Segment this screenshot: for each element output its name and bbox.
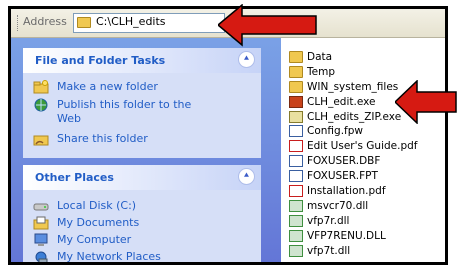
file-list: Data Temp WIN_system_files CLH_edit.exe … [289, 38, 445, 262]
annotation-arrow-left-icon [395, 80, 457, 124]
file-item[interactable]: Installation.pdf [289, 184, 386, 198]
zip-exe-icon [289, 111, 303, 123]
dbf-file-icon [289, 155, 303, 167]
task-label: Make a new folder [57, 80, 158, 93]
address-path[interactable]: C:\CLH_edits [96, 15, 166, 28]
file-name: WIN_system_files [307, 81, 399, 93]
collapse-chevron-icon[interactable]: ⯅ [238, 51, 255, 68]
toolbar-grip[interactable] [17, 15, 20, 31]
file-name: Edit User's Guide.pdf [307, 140, 418, 152]
panel-title: File and Folder Tasks [35, 54, 166, 67]
file-item[interactable]: Config.fpw [289, 124, 363, 138]
panel-title: Other Places [35, 171, 114, 184]
place-my-documents[interactable]: My Documents [33, 216, 139, 232]
disk-drive-icon [33, 203, 49, 211]
dll-icon [289, 215, 303, 227]
file-name: vfp7r.dll [307, 215, 350, 227]
place-my-computer[interactable]: My Computer [33, 233, 131, 249]
file-name: vfp7t.dll [307, 245, 351, 257]
address-label: Address [23, 15, 67, 28]
task-publish-folder[interactable]: Publish this folder to the Web [33, 98, 203, 128]
place-my-network-places[interactable]: My Network Places [33, 250, 161, 263]
folder-icon [77, 17, 91, 28]
task-pane: File and Folder Tasks ⯅ Make a new folde… [11, 38, 281, 263]
fpt-file-icon [289, 170, 303, 182]
file-name: FOXUSER.FPT [307, 170, 378, 182]
file-item[interactable]: CLH_edit.exe [289, 95, 375, 109]
address-field[interactable]: C:\CLH_edits [73, 13, 225, 33]
globe-publish-icon [34, 98, 48, 112]
pdf-icon [289, 140, 303, 152]
file-item[interactable]: msvcr70.dll [289, 199, 368, 213]
file-item[interactable]: WIN_system_files [289, 80, 398, 94]
file-folder-tasks-panel: File and Folder Tasks ⯅ Make a new folde… [23, 48, 261, 158]
computer-icon [34, 233, 48, 246]
network-icon [35, 251, 48, 262]
file-item[interactable]: FOXUSER.FPT [289, 169, 378, 183]
annotation-arrow-left-icon [218, 4, 317, 47]
file-name: Installation.pdf [307, 185, 386, 197]
panel-header[interactable]: Other Places ⯅ [23, 165, 261, 190]
documents-folder-icon [33, 216, 49, 230]
task-make-new-folder[interactable]: Make a new folder [33, 80, 158, 96]
file-item[interactable]: vfp7t.dll [289, 244, 350, 258]
file-name: CLH_edits_ZIP.exe [307, 111, 402, 123]
file-name: Temp [307, 66, 335, 78]
share-folder-icon [33, 135, 49, 146]
task-share-folder[interactable]: Share this folder [33, 132, 148, 148]
file-item[interactable]: FOXUSER.DBF [289, 154, 380, 168]
file-name: VFP7RENU.DLL [307, 230, 386, 242]
file-name: msvcr70.dll [307, 200, 369, 212]
panel-header[interactable]: File and Folder Tasks ⯅ [23, 48, 261, 73]
pdf-icon [289, 185, 303, 197]
file-item[interactable]: VFP7RENU.DLL [289, 229, 386, 243]
collapse-chevron-icon[interactable]: ⯅ [238, 168, 255, 185]
folder-icon [289, 66, 303, 78]
dll-icon [289, 245, 303, 257]
exe-icon [289, 96, 303, 108]
task-label: Publish this folder to the Web [57, 98, 192, 125]
file-name: FOXUSER.DBF [307, 155, 381, 167]
file-name: CLH_edit.exe [307, 96, 376, 108]
task-label: Share this folder [57, 132, 148, 145]
folder-icon [289, 51, 303, 63]
place-label: My Documents [57, 216, 140, 229]
file-item[interactable]: Temp [289, 65, 335, 79]
new-folder-icon [33, 80, 49, 94]
file-name: Config.fpw [307, 125, 363, 137]
place-label: My Network Places [57, 250, 161, 263]
file-item[interactable]: vfp7r.dll [289, 214, 349, 228]
file-item[interactable]: Edit User's Guide.pdf [289, 139, 418, 153]
place-label: Local Disk (C:) [57, 199, 137, 212]
dll-icon [289, 230, 303, 242]
place-local-disk[interactable]: Local Disk (C:) [33, 199, 136, 215]
config-file-icon [289, 125, 303, 137]
folder-icon [289, 81, 303, 93]
place-label: My Computer [57, 233, 132, 246]
file-item[interactable]: Data [289, 50, 332, 64]
other-places-panel: Other Places ⯅ Local Disk (C:) My Docume… [23, 165, 261, 263]
dll-icon [289, 200, 303, 212]
file-item[interactable]: CLH_edits_ZIP.exe [289, 110, 401, 124]
file-name: Data [307, 51, 333, 63]
